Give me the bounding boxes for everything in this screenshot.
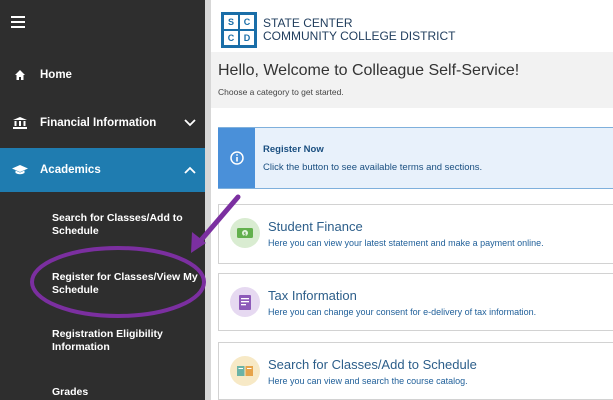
sidebar-subitem-grades[interactable]: Grades [52,386,202,399]
logo-text: STATE CENTER COMMUNITY COLLEGE DISTRICT [263,17,455,43]
sidebar-item-label: Academics [40,164,101,176]
register-now-card[interactable]: Register Now Click the button to see ava… [218,127,613,189]
course-catalog-icon [230,356,260,386]
sidebar-subitem-registration-eligibility[interactable]: Registration Eligibility Information [52,328,202,354]
card-title[interactable]: Tax Information [268,288,357,303]
card-description: Here you can view your latest statement … [268,238,544,248]
sidebar-item-financial-information[interactable]: Financial Information [0,110,205,136]
district-logo: S C C D STATE CENTER COMMUNITY COLLEGE D… [221,12,455,48]
logo-mark: S C C D [221,12,257,48]
register-now-description: Click the button to see available terms … [263,162,483,173]
chevron-up-icon[interactable] [175,166,205,174]
home-icon [0,69,40,81]
hamburger-menu-icon[interactable] [11,16,25,28]
page-subtitle: Choose a category to get started. [218,87,344,97]
page-title: Hello, Welcome to Colleague Self-Service… [218,62,520,79]
sidebar-subitem-search-classes[interactable]: Search for Classes/Add to Schedule [52,212,202,238]
sidebar-subitem-register-classes[interactable]: Register for Classes/View My Schedule [52,271,202,297]
logo-letter: D [239,30,255,46]
card-description: Here you can view and search the course … [268,376,468,386]
sidebar-item-academics[interactable]: Academics [0,148,205,192]
tax-document-icon [230,287,260,317]
logo-letter: C [223,30,239,46]
search-classes-card[interactable]: Search for Classes/Add to Schedule Here … [218,342,613,400]
chevron-down-icon[interactable] [175,119,205,127]
sidebar: Home Financial Information Academics Sea… [0,0,205,400]
tax-information-card[interactable]: Tax Information Here you can change your… [218,273,613,331]
sidebar-item-label: Home [40,69,72,81]
register-now-title[interactable]: Register Now [263,144,324,155]
main-content: S C C D STATE CENTER COMMUNITY COLLEGE D… [211,0,613,400]
svg-text:$: $ [243,231,246,237]
bank-icon [0,117,40,129]
card-description: Here you can change your consent for e-d… [268,307,537,317]
app-root: Home Financial Information Academics Sea… [0,0,613,400]
logo-line-2: COMMUNITY COLLEGE DISTRICT [263,29,456,43]
info-icon [218,128,255,188]
card-title[interactable]: Student Finance [268,219,363,234]
welcome-banner [211,52,613,108]
sidebar-item-label: Financial Information [40,117,157,129]
student-finance-card[interactable]: $ Student Finance Here you can view your… [218,204,613,264]
graduation-cap-icon [0,164,40,176]
logo-letter: C [239,14,255,30]
sidebar-item-home[interactable]: Home [0,62,205,88]
card-title[interactable]: Search for Classes/Add to Schedule [268,357,477,372]
logo-letter: S [223,14,239,30]
money-icon: $ [230,218,260,248]
